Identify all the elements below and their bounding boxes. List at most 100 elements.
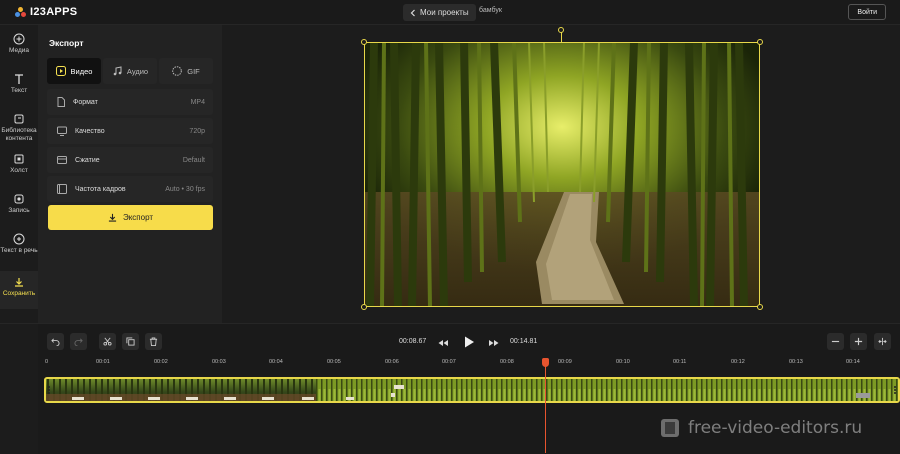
sidebar-item-library[interactable]: Библиотека контента <box>0 113 38 143</box>
video-track-clip[interactable] <box>44 377 900 403</box>
logo-icon <box>15 6 26 18</box>
quality-label: Качество <box>75 127 105 135</box>
music-note-icon <box>113 66 122 76</box>
library-icon <box>14 114 24 124</box>
sidebar-item-save[interactable]: Сохранить <box>0 271 38 309</box>
tab-label: GIF <box>187 66 200 76</box>
scissors-icon <box>103 337 112 346</box>
ruler-label: 00:08 <box>500 359 514 365</box>
sidebar-item-tts[interactable]: Текст в речь <box>0 233 38 255</box>
sidebar-item-canvas[interactable]: Холст <box>0 153 38 175</box>
sidebar-item-label: Сохранить <box>2 290 36 297</box>
split-button[interactable] <box>99 333 116 350</box>
film-icon <box>57 184 67 194</box>
export-button-label: Экспорт <box>122 213 154 222</box>
tab-video[interactable]: Видео <box>47 58 101 84</box>
canvas-icon <box>14 154 24 164</box>
drag-dots-icon <box>48 386 50 394</box>
timeline-left-gutter <box>0 324 38 454</box>
panel-title: Экспорт <box>49 38 84 48</box>
ruler-label: 00:10 <box>616 359 630 365</box>
video-icon <box>55 66 66 76</box>
ruler-label: 00:14 <box>846 359 860 365</box>
fast-forward-button[interactable] <box>488 336 500 348</box>
sidebar-item-label: Текст <box>10 87 28 94</box>
compress-icon <box>57 156 67 164</box>
sidebar-item-media[interactable]: Медиа <box>0 33 38 55</box>
delete-button[interactable] <box>145 333 162 350</box>
copy-icon <box>126 337 135 346</box>
play-button[interactable] <box>462 335 476 349</box>
trim-handle-right[interactable] <box>892 379 898 401</box>
zoom-out-button[interactable] <box>827 333 844 350</box>
watermark-text: free-video-editors.ru <box>688 418 863 438</box>
download-icon <box>108 213 117 222</box>
file-icon <box>57 97 65 107</box>
export-panel: Экспорт Видео Аудио GIF Формат MP4 Качес… <box>38 25 222 323</box>
gif-icon <box>172 66 183 76</box>
tab-label: Видео <box>70 66 93 76</box>
rotate-handle[interactable] <box>558 27 564 33</box>
format-setting[interactable]: Формат MP4 <box>47 89 213 115</box>
login-button[interactable]: Войти <box>848 4 886 20</box>
framerate-value: Auto • 30 fps <box>165 185 205 193</box>
ruler-label: 00:13 <box>789 359 803 365</box>
project-name[interactable]: бамбук <box>479 7 502 14</box>
resize-handle-bottom-left[interactable] <box>361 304 367 310</box>
ruler-label: 00:02 <box>154 359 168 365</box>
current-time: 00:08.67 <box>399 338 427 345</box>
trash-icon <box>149 337 158 346</box>
export-button[interactable]: Экспорт <box>48 205 213 230</box>
playhead-handle[interactable] <box>542 358 549 367</box>
sidebar-item-label: Библиотека контента <box>1 127 37 142</box>
compression-label: Сжатие <box>75 156 100 164</box>
app-logo[interactable]: I23APPS <box>15 6 77 18</box>
fit-width-icon <box>878 337 887 346</box>
redo-icon <box>74 338 83 346</box>
framerate-label: Частота кадров <box>75 185 126 193</box>
clip-thumbnails <box>46 379 898 401</box>
duplicate-button[interactable] <box>122 333 139 350</box>
rewind-icon <box>438 340 448 346</box>
format-value: MP4 <box>190 98 205 106</box>
tab-audio[interactable]: Аудио <box>103 58 157 84</box>
my-projects-button[interactable]: Мои проекты <box>403 4 476 21</box>
resize-handle-top-right[interactable] <box>757 39 763 45</box>
play-icon <box>465 336 474 348</box>
sidebar-item-text[interactable]: Текст <box>0 73 38 95</box>
logo-text: I23APPS <box>30 6 78 18</box>
playhead-line[interactable] <box>545 360 546 453</box>
watermark: free-video-editors.ru <box>660 418 862 438</box>
trim-handle-left[interactable] <box>46 379 52 401</box>
ruler-label: 00:05 <box>327 359 341 365</box>
film-icon <box>661 419 679 437</box>
rewind-button[interactable] <box>437 336 449 348</box>
download-icon <box>15 278 23 287</box>
undo-button[interactable] <box>47 333 64 350</box>
chevron-left-icon <box>410 9 415 16</box>
sidebar-item-label: Текст в речь <box>0 247 38 254</box>
monitor-icon <box>57 126 67 136</box>
zoom-in-button[interactable] <box>850 333 867 350</box>
ruler-label: 00:07 <box>442 359 456 365</box>
ruler-label: 00:12 <box>731 359 745 365</box>
record-icon <box>14 194 24 204</box>
text-to-speech-icon <box>13 233 25 245</box>
drag-dots-icon <box>894 386 896 394</box>
sidebar-item-label: Запись <box>8 207 30 214</box>
ruler-label: 00:11 <box>673 359 687 365</box>
quality-setting[interactable]: Качество 720p <box>47 118 213 144</box>
resize-handle-bottom-right[interactable] <box>757 304 763 310</box>
ruler-label: 0 <box>45 359 49 365</box>
ruler-label: 00:03 <box>212 359 226 365</box>
resize-handle-top-left[interactable] <box>361 39 367 45</box>
selection-frame[interactable] <box>364 42 760 307</box>
framerate-setting[interactable]: Частота кадров Auto • 30 fps <box>47 176 213 202</box>
fit-timeline-button[interactable] <box>874 333 891 350</box>
ruler-label: 00:06 <box>385 359 399 365</box>
redo-button[interactable] <box>70 333 87 350</box>
fast-forward-icon <box>489 340 499 346</box>
tab-gif[interactable]: GIF <box>159 58 213 84</box>
sidebar-item-record[interactable]: Запись <box>0 193 38 215</box>
compression-setting[interactable]: Сжатие Default <box>47 147 213 173</box>
